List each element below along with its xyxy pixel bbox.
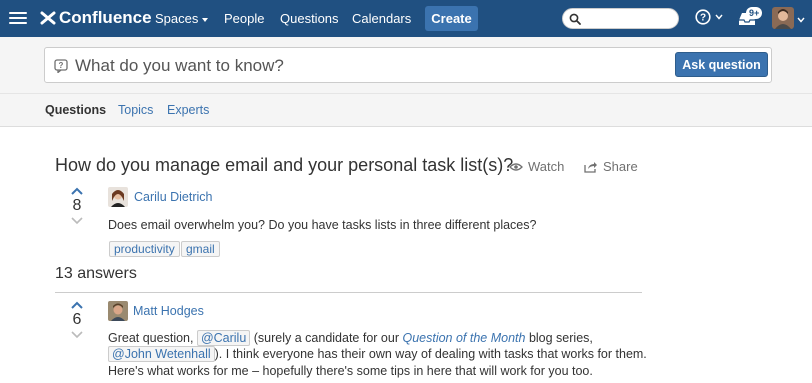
watch-button[interactable]: Watch (509, 159, 564, 174)
answers-count-heading: 13 answers (55, 265, 137, 282)
answer-vote-control: 6 (67, 301, 87, 339)
answer-text: Great question, (108, 331, 197, 345)
help-menu[interactable]: ? (695, 9, 723, 25)
search-icon (569, 13, 581, 25)
upvote-icon[interactable] (70, 187, 84, 196)
answer-author-name[interactable]: Matt Hodges (133, 304, 204, 318)
question-body: Does email overwhelm you? Do you have ta… (108, 218, 537, 232)
tab-questions[interactable]: Questions (45, 94, 106, 127)
question-author-name[interactable]: Carilu Dietrich (134, 190, 213, 204)
nav-people[interactable]: People (224, 0, 264, 37)
tab-experts[interactable]: Experts (167, 94, 209, 127)
nav-spaces[interactable]: Spaces (155, 0, 209, 37)
search-input[interactable] (585, 11, 673, 26)
ask-question-bar: ? Ask question (0, 37, 812, 94)
chevron-down-icon (715, 14, 723, 20)
eye-icon (509, 162, 523, 171)
answer-author-avatar-image (108, 301, 128, 321)
question-of-the-month-link[interactable]: Question of the Month (402, 331, 525, 345)
create-button[interactable]: Create (425, 6, 478, 31)
downvote-icon[interactable] (70, 330, 84, 339)
author-avatar-image (108, 187, 128, 207)
confluence-x-icon (40, 11, 56, 25)
answer-text: blog series, (525, 331, 593, 345)
upvote-icon[interactable] (70, 301, 84, 310)
notifications-badge: 9+ (746, 7, 763, 19)
answer-body-line-3: Here's what works for me – hopefully the… (108, 364, 593, 378)
mention-carilu[interactable]: @Carilu (196, 330, 251, 346)
user-avatar[interactable] (772, 7, 794, 29)
author-avatar[interactable] (108, 187, 128, 207)
share-icon (584, 161, 597, 173)
nav-questions[interactable]: Questions (280, 0, 339, 37)
mention-john-wetenhall[interactable]: @John Wetenhall (108, 346, 215, 362)
answer-vote-count: 6 (72, 311, 82, 328)
downvote-icon[interactable] (70, 216, 84, 225)
share-label: Share (603, 159, 638, 174)
answer-text: (surely a candidate for our (250, 331, 403, 345)
confluence-logo[interactable]: Confluence (40, 7, 152, 29)
chevron-down-icon (202, 17, 209, 22)
ask-input-wrapper: ? (44, 47, 772, 83)
user-avatar-image (772, 7, 794, 29)
top-navigation-bar: Confluence Spaces People Questions Calen… (0, 0, 812, 37)
questions-tabs: Questions Topics Experts (0, 94, 812, 127)
label-gmail[interactable]: gmail (181, 241, 220, 257)
question-vote-control: 8 (67, 187, 87, 225)
chevron-down-icon[interactable] (797, 17, 805, 23)
app-switcher-menu-icon[interactable] (9, 9, 27, 27)
ask-question-input[interactable] (75, 54, 665, 78)
ask-question-button[interactable]: Ask question (675, 52, 768, 77)
watch-label: Watch (528, 159, 565, 174)
tab-topics[interactable]: Topics (118, 94, 153, 127)
divider (55, 292, 642, 293)
notifications-button[interactable]: 9+ (737, 7, 763, 33)
share-button[interactable]: Share (584, 159, 638, 174)
answer-author-avatar[interactable] (108, 301, 128, 321)
svg-text:?: ? (700, 13, 706, 24)
logo-text: Confluence (59, 8, 152, 27)
nav-spaces-label: Spaces (155, 11, 199, 26)
answer-body-line-1: Great question, @Carilu (surely a candid… (108, 330, 593, 346)
svg-text:?: ? (59, 61, 64, 70)
label-productivity[interactable]: productivity (109, 241, 180, 257)
nav-calendars[interactable]: Calendars (352, 0, 411, 37)
question-bubble-icon: ? (54, 59, 68, 73)
question-title: How do you manage email and your persona… (55, 155, 514, 175)
search-box (562, 8, 679, 29)
answer-text: ). I think everyone has their own way of… (214, 347, 647, 361)
answer-body-line-2: @John Wetenhall). I think everyone has t… (108, 346, 647, 362)
help-icon: ? (695, 9, 711, 25)
question-vote-count: 8 (72, 197, 82, 214)
